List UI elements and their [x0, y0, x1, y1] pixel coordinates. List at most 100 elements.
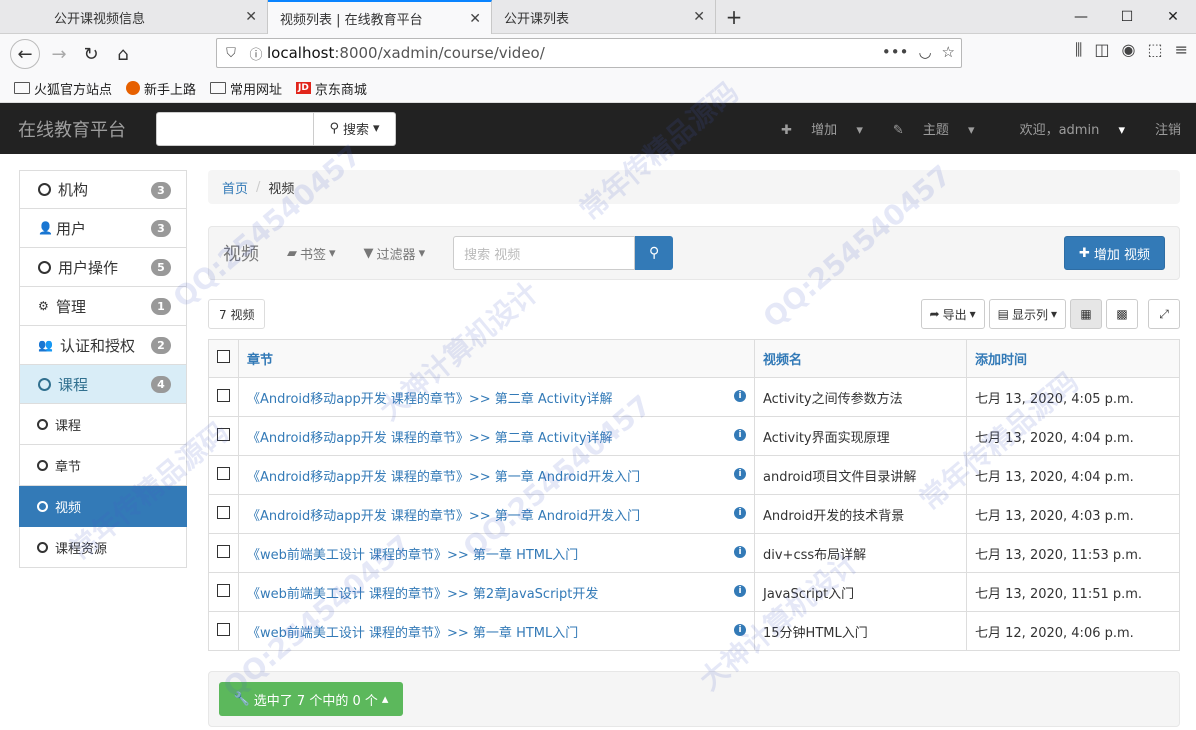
info-icon[interactable]: ⓘ	[245, 44, 267, 63]
breadcrumb-home[interactable]: 首页	[222, 178, 248, 197]
info-icon[interactable]: i	[734, 468, 746, 480]
sidebar: 机构 3 👤 用户 3 用户操作 5 ⚙ 管理 1 👥 认证和授权 2 课程 4…	[19, 170, 187, 568]
sidebar-item-admin[interactable]: ⚙ 管理 1	[19, 287, 187, 326]
sidebar-item-users[interactable]: 👤 用户 3	[19, 209, 187, 248]
video-name-cell: Activity界面实现原理	[754, 416, 967, 456]
info-icon[interactable]: i	[734, 546, 746, 558]
fullscreen-button[interactable]: ⤢	[1148, 299, 1180, 329]
extensions-icon[interactable]: ⬚	[1147, 40, 1162, 60]
circle-icon	[37, 500, 48, 512]
info-icon[interactable]: i	[734, 390, 746, 402]
row-checkbox[interactable]	[217, 544, 230, 558]
sidebar-subitem-course-resource[interactable]: 课程资源	[19, 527, 187, 568]
add-video-button[interactable]: ✚ 增加 视频	[1063, 236, 1165, 270]
chapter-link[interactable]: 《Android移动app开发 课程的章节》>> 第二章 Activity详解	[247, 392, 613, 407]
circle-icon	[38, 377, 51, 391]
bookmark-label: 火狐官方站点	[34, 82, 113, 98]
library-icon[interactable]: ⫼	[1075, 40, 1082, 60]
menu-icon[interactable]: ≡	[1175, 40, 1188, 60]
info-icon[interactable]: i	[734, 624, 746, 636]
more-icon[interactable]: •••	[882, 43, 909, 61]
add-video-label: 增加 视频	[1093, 247, 1150, 263]
browser-tab-public-course-list[interactable]: 公开课列表 ✕	[492, 0, 716, 34]
new-tab-button[interactable]: +	[716, 0, 752, 33]
minimize-icon[interactable]: —	[1058, 0, 1104, 34]
close-window-icon[interactable]: ✕	[1150, 0, 1196, 34]
sidebar-item-org[interactable]: 机构 3	[19, 170, 187, 209]
row-checkbox[interactable]	[217, 427, 230, 441]
row-checkbox[interactable]	[217, 583, 230, 597]
sidebar-icon[interactable]: ◫	[1094, 40, 1109, 60]
folder-icon	[14, 82, 30, 94]
global-search-button[interactable]: ⚲ 搜索 ▾	[314, 111, 396, 146]
table-view-button[interactable]: ▦	[1070, 299, 1102, 329]
chapter-link[interactable]: 《web前端美工设计 课程的章节》>> 第2章JavaScript开发	[247, 587, 598, 602]
column-header-chapter[interactable]: 章节	[238, 339, 755, 378]
forward-button[interactable]: →	[44, 39, 74, 69]
close-icon[interactable]: ✕	[693, 9, 705, 25]
sidebar-subitem-video[interactable]: 视频	[19, 486, 187, 527]
row-checkbox[interactable]	[217, 388, 230, 402]
column-header-video-name[interactable]: 视频名	[754, 339, 967, 378]
filter-dropdown[interactable]: ▼ 过滤器 ▾	[364, 244, 426, 263]
export-button[interactable]: ➦ 导出 ▾	[920, 299, 985, 329]
row-checkbox[interactable]	[217, 466, 230, 480]
columns-button[interactable]: ▤ 显示列 ▾	[988, 299, 1066, 329]
thumbnail-view-button[interactable]: ▩	[1106, 299, 1138, 329]
browser-tab-video-list[interactable]: 视频列表 | 在线教育平台 ✕	[268, 0, 492, 34]
sidebar-subitem-chapter[interactable]: 章节	[19, 445, 187, 486]
chapter-link[interactable]: 《web前端美工设计 课程的章节》>> 第一章 HTML入门	[247, 626, 578, 641]
url-text[interactable]: localhost:8000/xadmin/course/video/	[267, 44, 545, 62]
search-submit-button[interactable]: ⚲	[635, 236, 674, 270]
columns-label: 显示列	[1011, 307, 1048, 322]
account-icon[interactable]: ◉	[1122, 40, 1136, 60]
search-label: 搜索	[342, 123, 369, 138]
sidebar-item-user-ops[interactable]: 用户操作 5	[19, 248, 187, 287]
logout-link[interactable]: 注销	[1140, 119, 1196, 138]
sidebar-item-course[interactable]: 课程 4	[19, 365, 187, 404]
row-checkbox[interactable]	[217, 622, 230, 636]
chapter-cell: 《web前端美工设计 课程的章节》>> 第一章 HTML入门 i	[238, 611, 755, 651]
bookmark-firefox-site[interactable]: 火狐官方站点	[14, 79, 112, 98]
close-icon[interactable]: ✕	[469, 11, 481, 27]
global-search-input[interactable]	[156, 111, 314, 146]
sidebar-item-auth[interactable]: 👥 认证和授权 2	[19, 326, 187, 365]
chapter-link[interactable]: 《Android移动app开发 课程的章节》>> 第二章 Activity详解	[247, 431, 613, 446]
shield-icon[interactable]: ⛉	[217, 46, 245, 61]
chapter-link[interactable]: 《web前端美工设计 课程的章节》>> 第一章 HTML入门	[247, 548, 578, 563]
maximize-icon[interactable]: ☐	[1104, 0, 1150, 34]
user-menu[interactable]: 欢迎，admin ▾	[990, 119, 1140, 138]
info-icon[interactable]: i	[734, 585, 746, 597]
info-icon[interactable]: i	[734, 429, 746, 441]
theme-menu[interactable]: ✎ 主题 ▾	[878, 119, 990, 138]
firefox-icon	[126, 81, 141, 95]
star-icon[interactable]: ☆	[942, 43, 955, 61]
browser-tab-course-video-info[interactable]: 公开课视频信息 ✕	[42, 0, 268, 34]
bulk-actions-button[interactable]: 🔧 选中了 7 个中的 0 个 ▴	[219, 682, 403, 716]
column-header-add-time[interactable]: 添加时间	[966, 339, 1180, 378]
row-select-cell	[208, 455, 239, 495]
chapter-link[interactable]: 《Android移动app开发 课程的章节》>> 第一章 Android开发入门	[247, 509, 640, 524]
pocket-icon[interactable]: ◡	[918, 43, 931, 61]
home-button[interactable]: ⌂	[108, 39, 138, 69]
info-icon[interactable]: i	[734, 507, 746, 519]
row-select-cell	[208, 572, 239, 612]
bookmark-label: 新手上路	[144, 82, 197, 98]
bookmarks-dropdown[interactable]: ▰ 书签 ▾	[287, 244, 336, 263]
url-bar[interactable]: ⛉ ⓘ localhost:8000/xadmin/course/video/ …	[216, 38, 962, 68]
select-all-checkbox[interactable]	[217, 350, 230, 363]
list-icon: ▤	[997, 307, 1009, 321]
row-checkbox[interactable]	[217, 505, 230, 519]
brand-link[interactable]: 在线教育平台	[0, 116, 156, 142]
bookmark-jd[interactable]: JD 京东商城	[296, 79, 367, 98]
bookmark-common-sites[interactable]: 常用网址	[210, 79, 282, 98]
back-button[interactable]: ←	[10, 39, 40, 69]
reload-button[interactable]: ↻	[76, 39, 106, 69]
sidebar-subitem-course[interactable]: 课程	[19, 404, 187, 445]
search-input[interactable]: 搜索 视频	[453, 236, 636, 270]
bookmark-getting-started[interactable]: 新手上路	[126, 79, 196, 98]
list-toolbar: 视频 ▰ 书签 ▾ ▼ 过滤器 ▾ 搜索 视频 ⚲ ✚ 增加 视频	[208, 226, 1180, 280]
add-menu[interactable]: ✚ 增加 ▾	[766, 119, 878, 138]
chapter-link[interactable]: 《Android移动app开发 课程的章节》>> 第一章 Android开发入门	[247, 470, 640, 485]
close-icon[interactable]: ✕	[245, 9, 257, 25]
